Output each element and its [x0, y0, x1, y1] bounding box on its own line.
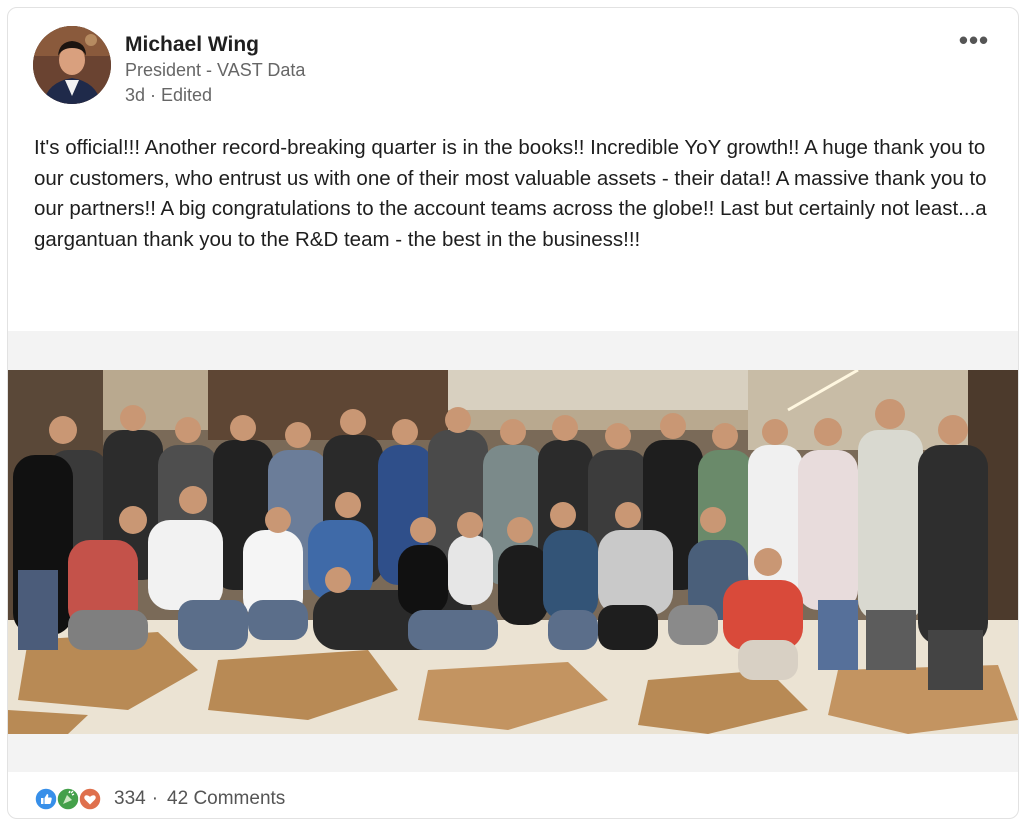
social-counts: 334 · 42 Comments: [34, 786, 285, 812]
image-top-band: [8, 331, 1018, 368]
post-image-container[interactable]: [8, 368, 1018, 734]
comments-count-link[interactable]: 42 Comments: [167, 788, 285, 810]
author-name[interactable]: Michael Wing: [125, 32, 525, 58]
post-meta: 3d · Edited: [125, 85, 213, 105]
separator-dot: ·: [151, 788, 159, 809]
image-bottom-band: [8, 734, 1018, 772]
ellipsis-icon: •••: [958, 25, 990, 55]
avatar[interactable]: [33, 26, 111, 104]
group-photo[interactable]: [8, 370, 1018, 734]
reaction-count[interactable]: 334: [114, 788, 146, 810]
post-text: It's official!!! Another record-breaking…: [34, 136, 987, 251]
reaction-icons[interactable]: [34, 787, 102, 811]
author-info: Michael Wing President - VAST Data 3d · …: [125, 32, 525, 107]
celebrate-icon: [56, 787, 80, 811]
love-icon: [78, 787, 102, 811]
like-icon: [34, 787, 58, 811]
more-options-button[interactable]: •••: [954, 25, 994, 55]
author-title: President - VAST Data: [125, 60, 306, 80]
post-card: Michael Wing President - VAST Data 3d · …: [7, 7, 1019, 819]
